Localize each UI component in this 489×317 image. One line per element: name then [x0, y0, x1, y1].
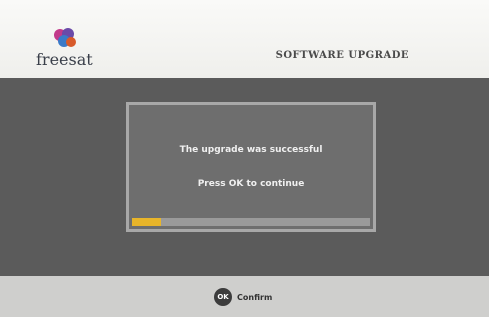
- freesat-logo-icon: [54, 28, 76, 47]
- upgrade-dialog: The upgrade was successful Press OK to c…: [126, 102, 376, 232]
- confirm-button[interactable]: OK Confirm: [214, 287, 272, 307]
- freesat-logo: freesat: [36, 26, 96, 70]
- ok-key-icon[interactable]: OK: [214, 288, 232, 306]
- success-message: The upgrade was successful: [179, 145, 323, 155]
- progress-bar: [132, 218, 370, 226]
- continue-instruction: Press OK to continue: [197, 179, 305, 189]
- page-title: SOFTWARE UPGRADE: [275, 50, 409, 61]
- progress-fill: [132, 218, 161, 226]
- confirm-label: Confirm: [237, 292, 273, 302]
- upgrade-screen: freesat SOFTWARE UPGRADE The upgrade was…: [0, 0, 489, 317]
- main-area: The upgrade was successful Press OK to c…: [0, 78, 489, 276]
- header-bar: freesat SOFTWARE UPGRADE: [0, 0, 489, 78]
- footer-bar: OK Confirm: [0, 276, 489, 317]
- logo-text: freesat: [36, 50, 93, 69]
